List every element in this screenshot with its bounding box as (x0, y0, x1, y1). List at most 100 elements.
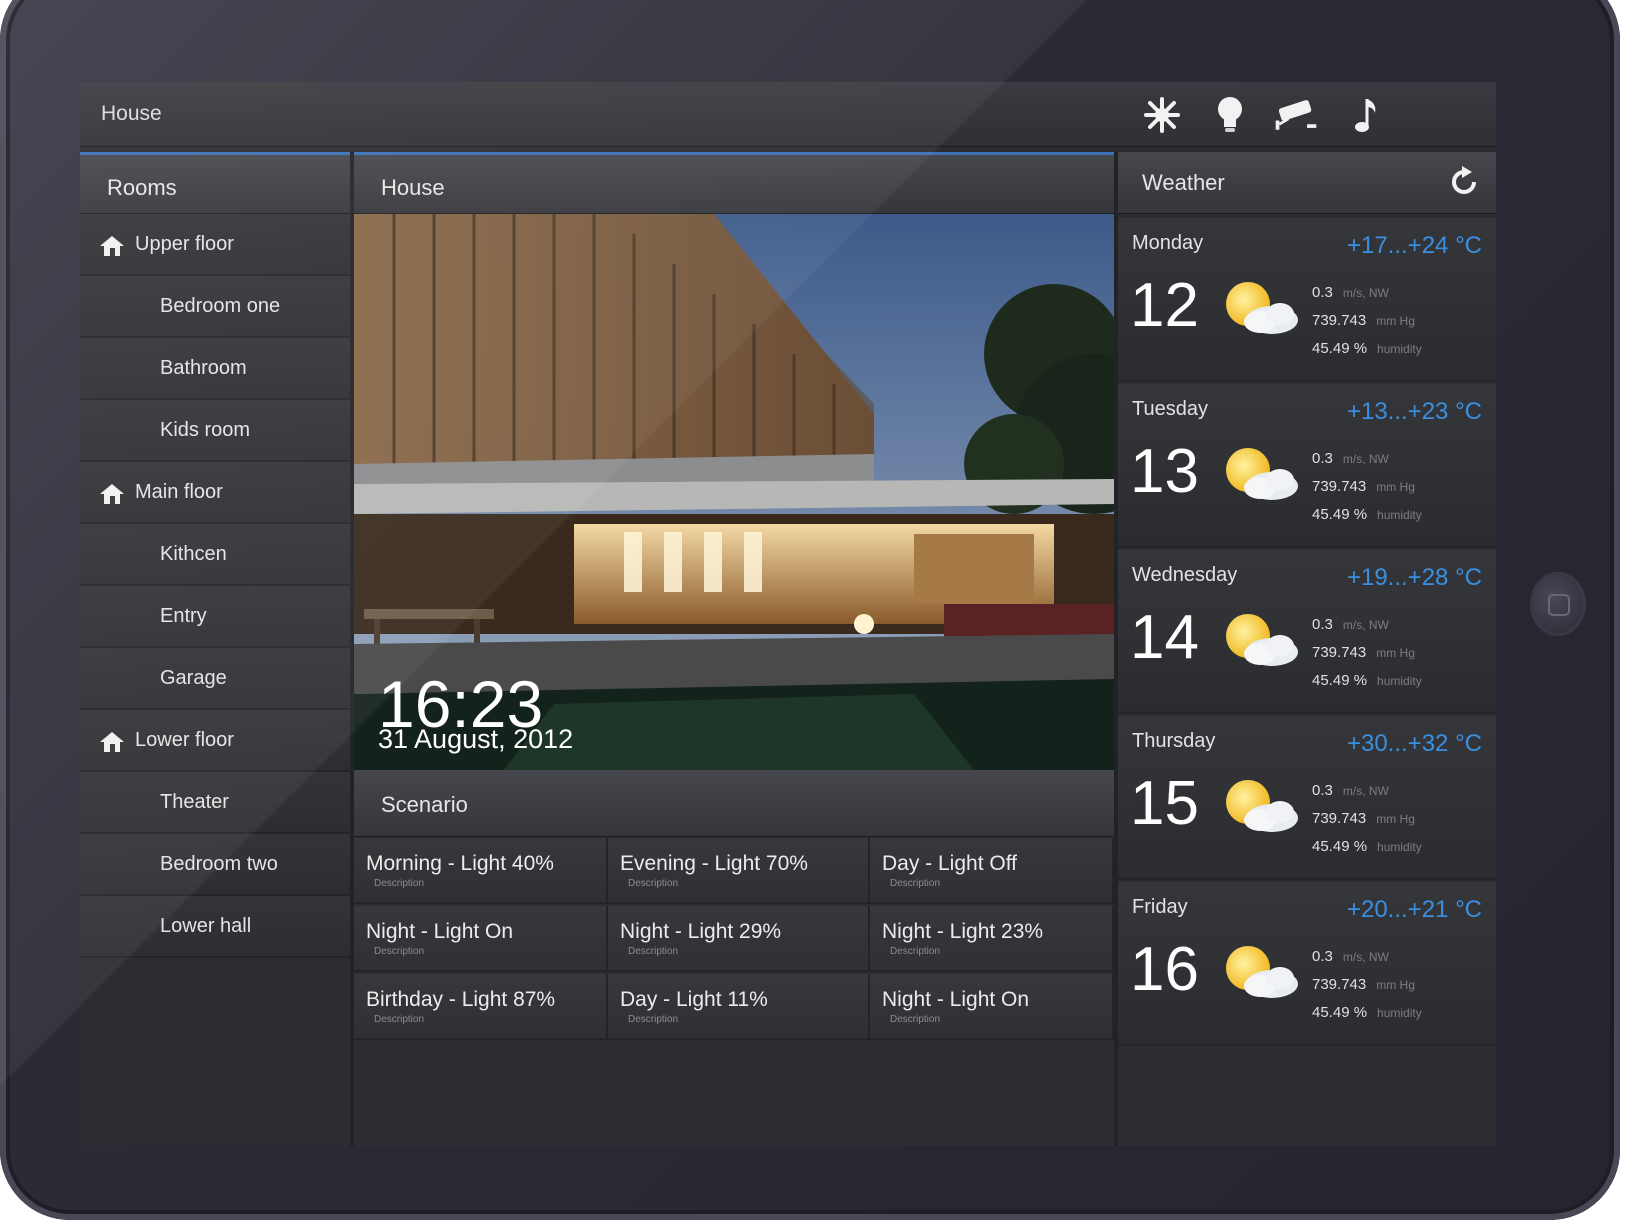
floor-item[interactable]: Lower floor (80, 710, 350, 772)
humidity-unit: humidity (1377, 508, 1422, 522)
weather-day-name: Thursday (1132, 730, 1216, 752)
room-item[interactable]: Garage (80, 648, 350, 710)
scenario-description: Description (628, 878, 679, 889)
scenario-item[interactable]: Day - Light 11% Description (608, 974, 870, 1040)
room-item[interactable]: Lower hall (80, 896, 350, 958)
scenario-item[interactable]: Day - Light Off Description (870, 838, 1114, 904)
room-item-label: Lower floor (135, 729, 234, 751)
floor-item[interactable]: Main floor (80, 462, 350, 524)
wind-value: 0.3 (1312, 450, 1333, 467)
wind-value: 0.3 (1312, 284, 1333, 301)
room-item[interactable]: Entry (80, 586, 350, 648)
wind-stat: 0.3 m/s, NW (1312, 450, 1389, 467)
wind-unit: m/s, NW (1342, 950, 1389, 964)
wind-unit: m/s, NW (1342, 452, 1389, 466)
room-item-label: Theater (160, 791, 229, 813)
climate-icon[interactable] (1138, 92, 1186, 138)
pressure-stat: 739.743 mm Hg (1312, 810, 1415, 827)
weather-day: Monday +17...+24 °C 12 0.3 m/s, NW 739.743 mm … (1118, 218, 1496, 382)
partly-cloudy-icon (1226, 282, 1298, 334)
scenario-name: Night - Light 23% (882, 920, 1044, 943)
weather-date: 15 (1130, 769, 1199, 838)
wind-value: 0.3 (1312, 782, 1333, 799)
floor-item[interactable]: Upper floor (80, 214, 350, 276)
room-item[interactable]: Bathroom (80, 338, 350, 400)
weather-header: Weather (1118, 152, 1496, 214)
humidity-value: 45.49 % (1312, 506, 1368, 523)
scenario-header: Scenario (354, 770, 1114, 837)
scenario-description: Description (628, 946, 679, 957)
home-button[interactable] (1530, 572, 1586, 636)
room-item[interactable]: Kithcen (80, 524, 350, 586)
weather-date: 12 (1130, 271, 1199, 340)
partly-cloudy-icon (1226, 448, 1298, 500)
pressure-unit: mm Hg (1376, 480, 1415, 494)
rooms-header: Rooms (80, 152, 350, 214)
light-bulb-icon[interactable] (1206, 92, 1254, 138)
wind-unit: m/s, NW (1342, 618, 1389, 632)
humidity-unit: humidity (1377, 674, 1422, 688)
room-item[interactable]: Bedroom one (80, 276, 350, 338)
top-bar: House (80, 82, 1496, 147)
scenario-description: Description (374, 946, 425, 957)
rooms-panel: Rooms Upper floor Bedroom one Bathroom Kids… (80, 152, 354, 1146)
house-header-label: House (381, 175, 445, 200)
security-camera-icon[interactable] (1272, 92, 1320, 138)
temperature-range: +20...+21 °C (1346, 896, 1482, 923)
humidity-value: 45.49 % (1312, 672, 1368, 689)
weather-date: 13 (1130, 437, 1199, 506)
humidity-value: 45.49 % (1312, 340, 1368, 357)
screen: House Rooms Upper floor Bedroom one Bathro… (80, 82, 1496, 1146)
scenario-description: Description (890, 878, 941, 889)
room-item[interactable]: Bedroom two (80, 834, 350, 896)
room-item[interactable]: Theater (80, 772, 350, 834)
scenario-description: Description (374, 1014, 425, 1025)
pressure-unit: mm Hg (1376, 812, 1415, 826)
wind-stat: 0.3 m/s, NW (1312, 948, 1389, 965)
humidity-stat: 45.49 % humidity (1312, 340, 1422, 357)
scenario-item[interactable]: Evening - Light 70% Description (608, 838, 870, 904)
room-item-label: Bedroom one (160, 295, 281, 317)
weather-date: 14 (1130, 603, 1199, 672)
scenario-item[interactable]: Night - Light 23% Description (870, 906, 1114, 972)
house-header: House (354, 152, 1114, 214)
humidity-stat: 45.49 % humidity (1312, 1004, 1422, 1021)
room-item-label: Garage (160, 667, 227, 689)
house-icon (100, 732, 124, 752)
wind-stat: 0.3 m/s, NW (1312, 616, 1389, 633)
weather-header-label: Weather (1142, 170, 1225, 195)
pressure-unit: mm Hg (1376, 978, 1415, 992)
room-item-label: Upper floor (135, 233, 234, 255)
partly-cloudy-icon (1226, 946, 1298, 998)
scenario-description: Description (374, 878, 425, 889)
wind-value: 0.3 (1312, 616, 1333, 633)
rooms-header-label: Rooms (107, 175, 177, 200)
scenario-item[interactable]: Night - Light 29% Description (608, 906, 870, 972)
temperature-range: +19...+28 °C (1346, 564, 1482, 591)
weather-day: Tuesday +13...+23 °C 13 0.3 m/s, NW 739.743 mm… (1118, 384, 1496, 548)
room-item-label: Lower hall (160, 915, 252, 937)
scenario-description: Description (890, 1014, 941, 1025)
room-item[interactable]: Kids room (80, 400, 350, 462)
scenario-name: Evening - Light 70% (620, 852, 808, 875)
scenario-header-label: Scenario (381, 792, 468, 817)
refresh-icon[interactable] (1448, 166, 1480, 198)
wind-unit: m/s, NW (1342, 784, 1389, 798)
top-bar-title: House (101, 102, 162, 125)
scenario-item[interactable]: Night - Light On Description (870, 974, 1114, 1040)
temperature-range: +30...+32 °C (1346, 730, 1482, 757)
humidity-value: 45.49 % (1312, 1004, 1368, 1021)
scenario-name: Morning - Light 40% (366, 852, 554, 875)
scenario-name: Night - Light On (882, 988, 1030, 1011)
weather-date: 16 (1130, 935, 1199, 1004)
pressure-unit: mm Hg (1376, 314, 1415, 328)
scenario-item[interactable]: Morning - Light 40% Description (354, 838, 608, 904)
scenario-item[interactable]: Night - Light On Description (354, 906, 608, 972)
scenario-item[interactable]: Birthday - Light 87% Description (354, 974, 608, 1040)
scenario-description: Description (890, 946, 941, 957)
partly-cloudy-icon (1226, 780, 1298, 832)
weather-day-name: Wednesday (1132, 564, 1238, 586)
pressure-value: 739.743 (1312, 478, 1367, 495)
pressure-value: 739.743 (1312, 644, 1367, 661)
music-note-icon[interactable] (1342, 92, 1390, 138)
